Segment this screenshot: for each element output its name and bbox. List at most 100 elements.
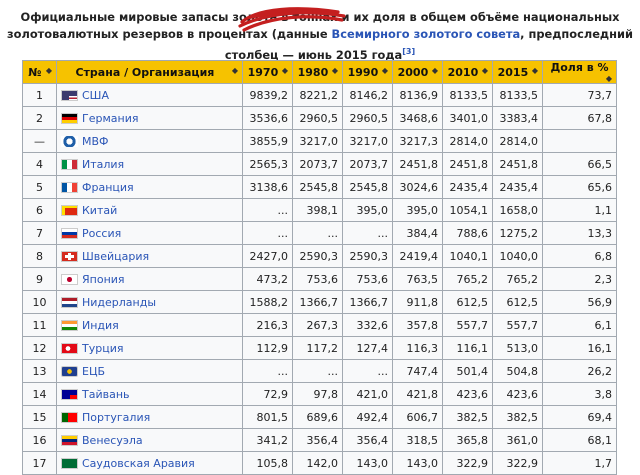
column-header-7[interactable]: 2015 ◆ — [492, 60, 543, 84]
country-name-link[interactable]: Италия — [82, 158, 124, 171]
country-cell[interactable]: Италия — [56, 152, 243, 176]
share-cell: 65,6 — [542, 175, 617, 199]
year-value-cell: 1275,2 — [492, 221, 543, 245]
year-value-cell: 2590,3 — [292, 244, 343, 268]
country-name-link[interactable]: ЕЦБ — [82, 365, 105, 378]
sort-icon[interactable]: ◆ — [482, 66, 488, 75]
table-row: 4 Италия 2565,3 2073,7 2073,7 2451,8 2451,8 245… — [22, 152, 617, 176]
year-value-cell: 801,5 — [242, 405, 293, 429]
rank-cell: 10 — [22, 290, 57, 314]
sort-icon[interactable]: ◆ — [432, 66, 438, 75]
country-name-link[interactable]: США — [82, 89, 109, 102]
country-name-link[interactable]: Нидерланды — [82, 296, 156, 309]
country-name-link[interactable]: Индия — [82, 319, 119, 332]
sort-icon[interactable]: ◆ — [332, 66, 338, 75]
year-value-cell: 492,4 — [342, 405, 393, 429]
year-value-cell: 382,5 — [492, 405, 543, 429]
country-cell[interactable]: Турция — [56, 336, 243, 360]
share-cell: 66,5 — [542, 152, 617, 176]
country-cell[interactable]: Россия — [56, 221, 243, 245]
year-value-cell: 143,0 — [392, 451, 443, 475]
column-header-label: Доля в % — [550, 61, 609, 75]
country-cell[interactable]: Саудовская Аравия — [56, 451, 243, 475]
country-name-link[interactable]: Германия — [82, 112, 138, 125]
country-name-link[interactable]: Турция — [82, 342, 123, 355]
country-name-link[interactable]: Саудовская Аравия — [82, 457, 195, 470]
share-cell: 1,7 — [542, 451, 617, 475]
year-value-cell: 382,5 — [442, 405, 493, 429]
sort-icon[interactable]: ◆ — [232, 66, 238, 75]
country-name-link[interactable]: МВФ — [82, 135, 109, 148]
pt-flag-icon — [61, 411, 78, 423]
table-row: — МВФ 3855,9 3217,0 3217,0 3217,3 2814,0 2814,0 — [22, 129, 617, 153]
country-cell[interactable]: Тайвань — [56, 382, 243, 406]
share-cell: 2,3 — [542, 267, 617, 291]
year-value-cell: 3855,9 — [242, 129, 293, 153]
column-header-label: Страна / Организация — [75, 65, 215, 79]
table-row: 14 Тайвань 72,9 97,8 421,0 421,8 423,6 423,6 3,8 — [22, 382, 617, 406]
year-value-cell: 3217,0 — [342, 129, 393, 153]
country-cell[interactable]: ЕЦБ — [56, 359, 243, 383]
share-cell: 73,7 — [542, 83, 617, 107]
country-cell[interactable]: Нидерланды — [56, 290, 243, 314]
reference-link[interactable]: [3] — [402, 47, 415, 56]
country-cell[interactable]: Португалия — [56, 405, 243, 429]
table-row: 8 Швейцария 2427,0 2590,3 2590,3 2419,4 1040,1… — [22, 244, 617, 268]
country-cell[interactable]: Франция — [56, 175, 243, 199]
country-cell[interactable]: Япония — [56, 267, 243, 291]
ru-flag-icon — [61, 227, 78, 239]
country-cell[interactable]: Германия — [56, 106, 243, 130]
country-cell[interactable]: Китай — [56, 198, 243, 222]
sort-icon[interactable]: ◆ — [282, 66, 288, 75]
country-name-link[interactable]: Португалия — [82, 411, 150, 424]
sort-icon[interactable]: ◆ — [46, 66, 52, 75]
country-name-link[interactable]: Швейцария — [82, 250, 149, 263]
rank-cell: 4 — [22, 152, 57, 176]
year-value-cell: 1054,1 — [442, 198, 493, 222]
country-cell[interactable]: МВФ — [56, 129, 243, 153]
country-name-link[interactable]: Россия — [82, 227, 121, 240]
rank-cell: 2 — [22, 106, 57, 130]
sort-icon[interactable]: ◆ — [382, 66, 388, 75]
year-value-cell: 557,7 — [442, 313, 493, 337]
year-value-cell: 765,2 — [442, 267, 493, 291]
year-value-cell: 2451,8 — [392, 152, 443, 176]
year-value-cell: 8133,5 — [442, 83, 493, 107]
column-header-6[interactable]: 2010 ◆ — [442, 60, 493, 84]
column-header-5[interactable]: 2000 ◆ — [392, 60, 443, 84]
caption-text-2: золотовалютных резервов в процентах (дан… — [7, 27, 332, 41]
country-cell[interactable]: Индия — [56, 313, 243, 337]
country-cell[interactable]: США — [56, 83, 243, 107]
column-header-label: 1990 — [347, 65, 379, 79]
year-value-cell: 2073,7 — [292, 152, 343, 176]
year-value-cell: 747,4 — [392, 359, 443, 383]
column-header-8[interactable]: Доля в % ◆ — [542, 60, 617, 84]
sort-icon[interactable]: ◆ — [606, 74, 612, 83]
year-value-cell: ... — [292, 221, 343, 245]
year-value-cell: 398,1 — [292, 198, 343, 222]
country-name-link[interactable]: Франция — [82, 181, 134, 194]
year-value-cell: 365,8 — [442, 428, 493, 452]
country-cell[interactable]: Швейцария — [56, 244, 243, 268]
column-header-1[interactable]: Страна / Организация ◆ — [56, 60, 243, 84]
country-cell[interactable]: Венесуэла — [56, 428, 243, 452]
country-name-link[interactable]: Тайвань — [82, 388, 130, 401]
it-flag-icon — [61, 158, 78, 170]
table-row: 1 США 9839,2 8221,2 8146,2 8136,9 8133,5 8133,5… — [22, 83, 617, 107]
country-name-link[interactable]: Япония — [82, 273, 125, 286]
sa-flag-icon — [61, 457, 78, 469]
wgc-link[interactable]: Всемирного золотого совета — [332, 27, 521, 41]
rank-cell: 17 — [22, 451, 57, 475]
cn-flag-icon — [61, 204, 78, 216]
year-value-cell: 8136,9 — [392, 83, 443, 107]
column-header-2[interactable]: 1970 ◆ — [242, 60, 293, 84]
column-header-4[interactable]: 1990 ◆ — [342, 60, 393, 84]
column-header-3[interactable]: 1980 ◆ — [292, 60, 343, 84]
sort-icon[interactable]: ◆ — [532, 66, 538, 75]
share-cell: 56,9 — [542, 290, 617, 314]
rank-cell: — — [22, 129, 57, 153]
year-value-cell: 143,0 — [342, 451, 393, 475]
column-header-0[interactable]: № ◆ — [22, 60, 57, 84]
country-name-link[interactable]: Венесуэла — [82, 434, 143, 447]
country-name-link[interactable]: Китай — [82, 204, 117, 217]
